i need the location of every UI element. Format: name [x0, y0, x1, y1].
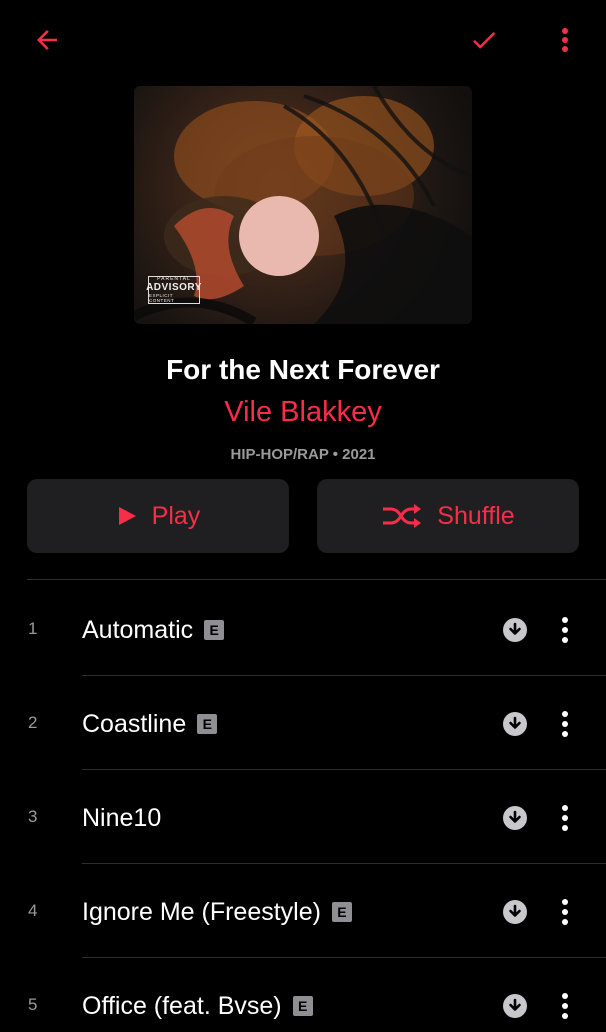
track-title-wrap: Coastline E [82, 708, 218, 740]
track-more-button[interactable] [555, 895, 575, 929]
track-more-button[interactable] [555, 707, 575, 741]
explicit-badge: E [204, 620, 225, 640]
track-title: Nine10 [82, 803, 162, 832]
more-options-button[interactable] [545, 20, 585, 60]
parental-advisory-label: PARENTAL ADVISORY EXPLICIT CONTENT [146, 276, 202, 304]
track-number: 4 [28, 901, 38, 920]
play-icon [116, 505, 138, 527]
arrow-left-icon [37, 30, 57, 50]
track-row[interactable]: 4 Ignore Me (Freestyle) E [0, 864, 606, 958]
track-number: 1 [28, 619, 38, 638]
track-title: Office (feat. Bvse) [82, 991, 282, 1020]
advisory-line-2: ADVISORY [146, 282, 202, 293]
explicit-badge: E [197, 714, 218, 734]
track-row[interactable]: 2 Coastline E [0, 676, 606, 770]
vertical-ellipsis-icon [562, 993, 568, 1019]
track-number: 3 [28, 807, 38, 826]
track-number: 2 [28, 713, 38, 732]
download-icon[interactable] [503, 806, 527, 830]
track-row[interactable]: 1 Automatic E [0, 582, 606, 676]
track-list: 1 Automatic E 2 Coastline E 3 Nine10 4 I… [0, 582, 606, 1032]
play-label: Play [151, 501, 201, 530]
track-title-wrap: Automatic E [82, 614, 225, 646]
vertical-ellipsis-icon [562, 805, 568, 831]
back-button[interactable] [27, 20, 67, 60]
track-row[interactable]: 3 Nine10 [0, 770, 606, 864]
track-title: Coastline [82, 709, 187, 738]
vertical-ellipsis-icon [562, 28, 568, 52]
track-title: Automatic [82, 615, 194, 644]
track-row[interactable]: 5 Office (feat. Bvse) E [0, 958, 606, 1032]
vertical-ellipsis-icon [562, 899, 568, 925]
download-icon[interactable] [503, 994, 527, 1018]
album-title: For the Next Forever [166, 354, 440, 385]
download-icon[interactable] [503, 618, 527, 642]
shuffle-button[interactable]: Shuffle [317, 479, 579, 553]
track-more-button[interactable] [555, 801, 575, 835]
explicit-badge: E [292, 996, 313, 1016]
explicit-badge: E [331, 902, 352, 922]
track-title-wrap: Ignore Me (Freestyle) E [82, 896, 352, 928]
track-more-button[interactable] [555, 989, 575, 1023]
done-button[interactable] [464, 20, 504, 60]
track-more-button[interactable] [555, 613, 575, 647]
shuffle-icon [381, 503, 423, 529]
download-icon[interactable] [503, 900, 527, 924]
album-artwork[interactable]: PARENTAL ADVISORY EXPLICIT CONTENT [134, 86, 472, 324]
track-title-wrap: Nine10 [82, 802, 161, 834]
vertical-ellipsis-icon [562, 617, 568, 643]
track-number: 5 [28, 995, 38, 1014]
play-button[interactable]: Play [27, 479, 289, 553]
album-artist-link[interactable]: Vile Blakkey [0, 396, 606, 429]
vertical-ellipsis-icon [562, 711, 568, 737]
shuffle-label: Shuffle [437, 501, 515, 530]
download-icon[interactable] [503, 712, 527, 736]
album-genre-year: HIP-HOP/RAP • 2021 [230, 446, 376, 463]
top-bar [0, 0, 606, 82]
divider [27, 579, 606, 580]
checkmark-icon [473, 32, 496, 49]
advisory-line-3: EXPLICIT CONTENT [149, 293, 175, 303]
track-title-wrap: Office (feat. Bvse) E [82, 990, 313, 1022]
track-title: Ignore Me (Freestyle) [82, 897, 321, 926]
